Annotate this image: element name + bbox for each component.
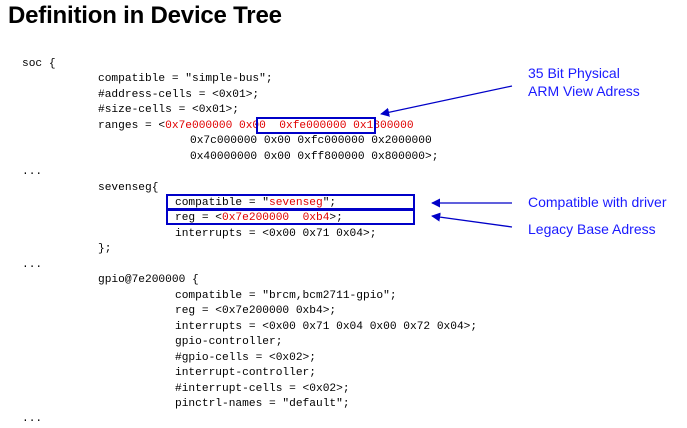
legacy-address-arrow — [431, 212, 513, 228]
annotation-legacy-base: Legacy Base Adress — [528, 221, 656, 237]
annotation-physical-line-1: 35 Bit Physical — [528, 65, 620, 81]
annotation-compatible: Compatible with driver — [528, 194, 667, 210]
annotation-physical-line-2: ARM View Adress — [528, 83, 640, 99]
physical-address-arrow — [380, 85, 513, 117]
